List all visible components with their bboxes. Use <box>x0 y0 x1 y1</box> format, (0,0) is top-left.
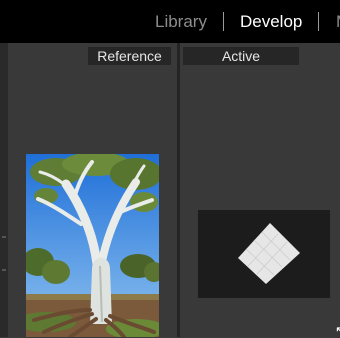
module-picker-bar: Library Develop M <box>0 0 340 43</box>
active-photo[interactable] <box>198 210 330 298</box>
reference-photo[interactable] <box>26 154 159 337</box>
panel-handle <box>2 269 6 271</box>
left-panel-edge[interactable] <box>0 43 8 337</box>
cursor-icon: ↖ <box>335 324 340 337</box>
tree-image <box>26 154 159 337</box>
panel-handle <box>2 236 6 238</box>
module-separator <box>318 12 319 31</box>
module-separator <box>223 12 224 31</box>
active-label: Active <box>183 47 299 65</box>
module-develop[interactable]: Develop <box>240 12 302 32</box>
reference-label: Reference <box>88 47 171 65</box>
module-library[interactable]: Library <box>155 12 207 32</box>
active-image <box>198 210 330 298</box>
module-map[interactable]: M <box>336 12 340 32</box>
